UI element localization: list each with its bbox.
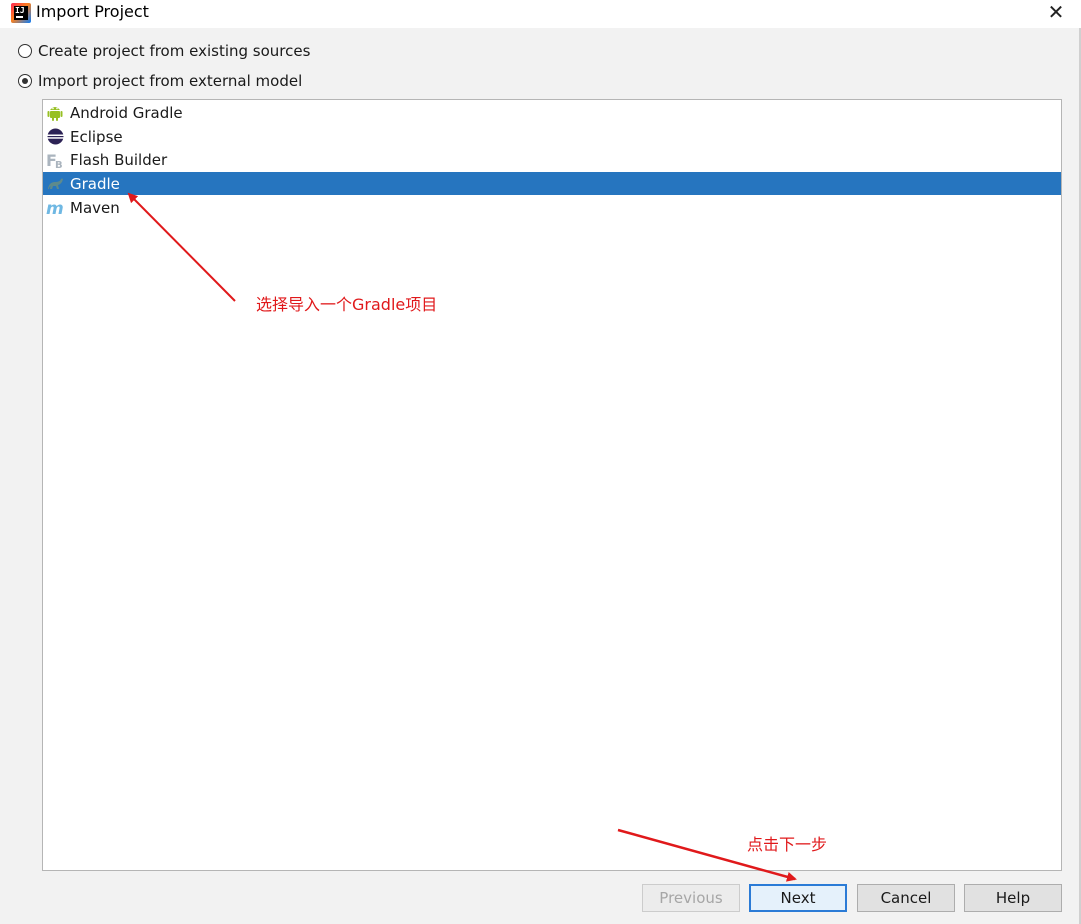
list-item-label: Maven — [70, 198, 120, 217]
flash-builder-icon: F B — [46, 151, 64, 169]
close-button[interactable]: ✕ — [1041, 0, 1071, 26]
option-import-external-model[interactable]: Import project from external model — [18, 71, 302, 91]
annotation-select-gradle: 选择导入一个Gradle项目 — [256, 295, 438, 314]
gradle-icon — [46, 175, 64, 193]
list-item-flash-builder[interactable]: F B Flash Builder — [43, 148, 1061, 171]
list-item-gradle[interactable]: Gradle — [43, 172, 1061, 195]
maven-icon: m — [46, 199, 64, 217]
radio-import-external-model[interactable] — [18, 74, 32, 88]
annotation-click-next: 点击下一步 — [747, 835, 828, 854]
list-item-label: Android Gradle — [70, 103, 183, 122]
help-button[interactable]: Help — [964, 884, 1062, 912]
option-label: Import project from external model — [38, 72, 303, 90]
option-label: Create project from existing sources — [38, 42, 311, 60]
eclipse-icon — [46, 128, 64, 146]
option-create-from-sources[interactable]: Create project from existing sources — [18, 41, 310, 61]
title-bar: IJ Import Project ✕ — [0, 0, 1081, 28]
radio-create-from-sources[interactable] — [18, 44, 32, 58]
list-item-label: Gradle — [70, 174, 120, 193]
list-item-android-gradle[interactable]: Android Gradle — [43, 101, 1061, 124]
svg-text:m: m — [46, 200, 64, 216]
list-item-eclipse[interactable]: Eclipse — [43, 125, 1061, 148]
previous-button[interactable]: Previous — [642, 884, 740, 912]
list-item-label: Flash Builder — [70, 150, 168, 169]
svg-text:B: B — [55, 160, 63, 169]
next-button[interactable]: Next — [749, 884, 847, 912]
list-item-maven[interactable]: m Maven — [43, 196, 1061, 219]
android-icon — [46, 104, 64, 122]
external-model-list[interactable]: Android Gradle Eclipse F B Flash Builder — [42, 99, 1062, 871]
cancel-button[interactable]: Cancel — [857, 884, 955, 912]
intellij-icon: IJ — [11, 3, 31, 23]
list-item-label: Eclipse — [70, 127, 123, 146]
window-title: Import Project — [36, 2, 149, 21]
